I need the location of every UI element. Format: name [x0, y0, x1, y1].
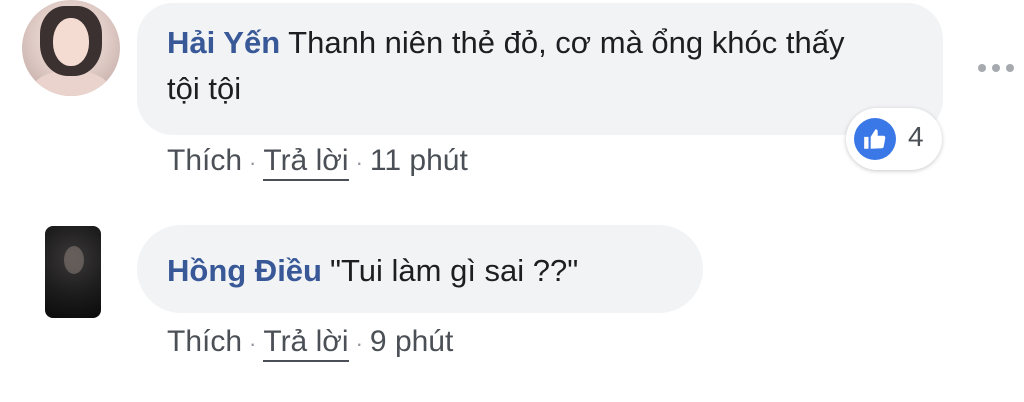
reply-button[interactable]: Trả lời — [263, 325, 349, 362]
comment-actions: Thích · Trả lời · 9 phút — [167, 325, 453, 362]
separator: · — [355, 331, 363, 356]
timestamp[interactable]: 11 phút — [370, 144, 468, 177]
comment-text: Hồng Điều "Tui làm gì sai ??" — [167, 248, 687, 294]
more-dot — [992, 64, 1000, 72]
more-dot — [978, 64, 986, 72]
reply-button[interactable]: Trả lời — [263, 144, 349, 181]
avatar[interactable] — [22, 0, 120, 96]
avatar-face — [64, 246, 84, 274]
more-dot — [1006, 64, 1014, 72]
avatar-face — [53, 18, 89, 66]
reaction-count: 4 — [908, 121, 924, 152]
separator: · — [249, 150, 257, 175]
comment-body: "Tui làm gì sai ??" — [330, 253, 579, 288]
timestamp[interactable]: 9 phút — [370, 325, 453, 358]
like-button[interactable]: Thích — [167, 325, 242, 358]
comment-author[interactable]: Hải Yến — [167, 25, 280, 60]
more-icon[interactable] — [976, 55, 1016, 79]
reaction-summary[interactable]: 4 — [846, 108, 942, 170]
avatar[interactable] — [45, 226, 101, 318]
separator: · — [355, 150, 363, 175]
separator: · — [249, 331, 257, 356]
comment-author[interactable]: Hồng Điều — [167, 253, 322, 288]
like-icon — [854, 118, 896, 160]
like-button[interactable]: Thích — [167, 144, 242, 177]
comment-text: Hải Yến Thanh niên thẻ đỏ, cơ mà ổng khóc… — [167, 20, 867, 112]
comment-actions: Thích · Trả lời · 11 phút — [167, 144, 468, 181]
